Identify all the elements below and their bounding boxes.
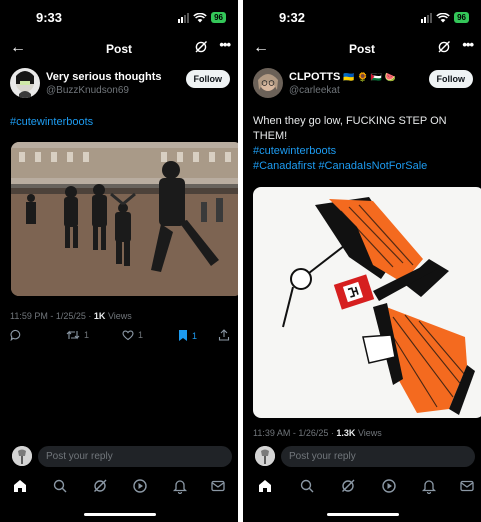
- right-phone-screen: 9:32 96 ← Post ••• CLPOTTS 🇺🇦 🌻 🇵🇸 🍉 @ca…: [243, 0, 481, 522]
- post-author: CLPOTTS 🇺🇦 🌻 🇵🇸 🍉 @carleekat Follow: [253, 68, 473, 102]
- home-icon[interactable]: [257, 478, 273, 494]
- post-date: 1/26/25: [298, 428, 329, 438]
- grok-icon[interactable]: [437, 40, 451, 54]
- views-label: Views: [357, 428, 382, 438]
- retweet-count: 1: [84, 330, 90, 340]
- avatar[interactable]: [253, 68, 283, 98]
- follow-button[interactable]: Follow: [185, 70, 230, 88]
- post-header: ← Post •••: [243, 36, 481, 62]
- post-time: 11:59 PM: [10, 311, 48, 321]
- action-bar: 1 1 1: [10, 329, 230, 345]
- bookmark-button[interactable]: 1: [178, 329, 197, 342]
- retweet-icon: [66, 330, 80, 340]
- messages-icon[interactable]: [210, 478, 226, 494]
- author-name[interactable]: Very serious thoughts: [46, 71, 162, 83]
- post-meta: 11:39 AM - 1/26/25 · 1.3K Views: [253, 428, 382, 438]
- search-icon[interactable]: [52, 478, 68, 494]
- status-icons: 96: [421, 12, 469, 23]
- tweet-text: #cutewinterboots: [10, 115, 230, 130]
- hashtag-link[interactable]: #cutewinterboots: [10, 116, 93, 128]
- notifications-icon[interactable]: [421, 478, 437, 494]
- screenshot-pair: 9:33 96 ← Post ••• Very serious thoughts…: [0, 0, 481, 522]
- notifications-icon[interactable]: [172, 478, 188, 494]
- grok-tab-icon[interactable]: [92, 478, 108, 494]
- search-icon[interactable]: [299, 478, 315, 494]
- more-icon[interactable]: •••: [462, 37, 474, 52]
- like-icon: [122, 330, 134, 341]
- riot-police-photo: [11, 142, 238, 296]
- post-header: ← Post •••: [0, 36, 238, 62]
- retweet-button[interactable]: 1: [66, 329, 89, 341]
- follow-button[interactable]: Follow: [428, 70, 473, 88]
- views-label: Views: [107, 311, 132, 321]
- share-icon: [218, 329, 230, 341]
- my-avatar: [255, 446, 275, 466]
- boot-illustration: [253, 187, 481, 418]
- bottom-tab-bar: [0, 474, 238, 502]
- post-meta: 11:59 PM - 1/25/25 · 1K Views: [10, 311, 132, 321]
- reply-input[interactable]: Post your reply: [281, 446, 475, 467]
- hashtag-link[interactable]: #cutewinterboots: [253, 145, 336, 157]
- video-icon[interactable]: [132, 478, 148, 494]
- post-time: 11:39 AM: [253, 428, 291, 438]
- status-time: 9:33: [36, 10, 63, 25]
- tweet-text: When they go low, FUCKING STEP ON THEM!: [253, 114, 473, 144]
- home-icon[interactable]: [12, 478, 28, 494]
- status-bar: 9:32 96: [243, 0, 481, 34]
- reply-composer: Post your reply: [0, 446, 238, 468]
- messages-icon[interactable]: [459, 478, 475, 494]
- signal-icon: [421, 12, 433, 23]
- view-count[interactable]: 1K: [94, 311, 106, 321]
- reply-button[interactable]: [10, 329, 22, 341]
- bookmark-icon: [179, 330, 187, 341]
- my-avatar: [12, 446, 32, 466]
- post-image[interactable]: [253, 187, 481, 418]
- tweet-body: When they go low, FUCKING STEP ON THEM!: [253, 115, 447, 142]
- author-name[interactable]: CLPOTTS 🇺🇦 🌻 🇵🇸 🍉: [289, 71, 396, 83]
- reply-input[interactable]: Post your reply: [38, 446, 232, 467]
- reply-icon: [10, 329, 21, 341]
- hashtag-link[interactable]: #Canadafirst: [253, 160, 315, 172]
- more-icon[interactable]: •••: [219, 37, 231, 52]
- wifi-icon: [436, 12, 450, 22]
- hashtag-link[interactable]: #CanadaIsNotForSale: [318, 160, 427, 172]
- author-handle[interactable]: @carleekat: [289, 85, 340, 96]
- video-icon[interactable]: [381, 478, 397, 494]
- grok-tab-icon[interactable]: [340, 478, 356, 494]
- post-author: Very serious thoughts @BuzzKnudson69 Fol…: [10, 68, 230, 102]
- reply-composer: Post your reply: [243, 446, 481, 468]
- post-image[interactable]: [11, 142, 238, 296]
- avatar[interactable]: [10, 68, 40, 98]
- status-icons: 96: [178, 12, 226, 23]
- left-phone-screen: 9:33 96 ← Post ••• Very serious thoughts…: [0, 0, 238, 522]
- status-time: 9:32: [279, 10, 306, 25]
- status-bar: 9:33 96: [0, 0, 238, 34]
- grok-icon[interactable]: [194, 40, 208, 54]
- bookmark-count: 1: [192, 330, 198, 341]
- share-button[interactable]: [218, 329, 230, 341]
- tweet-hashtags: #cutewinterboots #Canadafirst #CanadaIsN…: [253, 144, 473, 174]
- home-indicator: [84, 513, 156, 516]
- post-date: 1/25/25: [55, 311, 86, 321]
- like-button[interactable]: 1: [122, 329, 143, 341]
- wifi-icon: [193, 12, 207, 22]
- author-flag-emojis: 🇺🇦 🌻 🇵🇸 🍉: [343, 72, 396, 82]
- signal-icon: [178, 12, 190, 23]
- battery-indicator: 96: [211, 12, 226, 23]
- view-count[interactable]: 1.3K: [336, 428, 355, 438]
- home-indicator: [327, 513, 399, 516]
- author-handle[interactable]: @BuzzKnudson69: [46, 85, 129, 96]
- battery-indicator: 96: [454, 12, 469, 23]
- bottom-tab-bar: [243, 474, 481, 502]
- like-count: 1: [138, 330, 144, 340]
